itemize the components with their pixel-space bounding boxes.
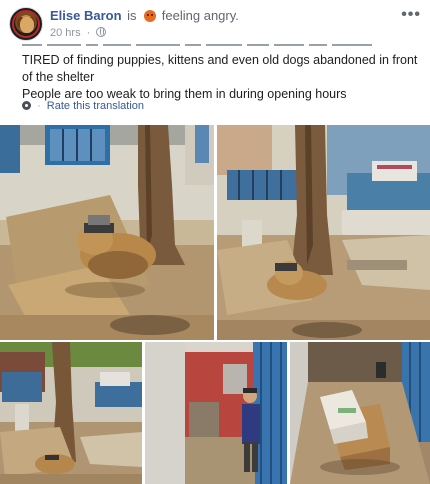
rate-translation-link[interactable]: Rate this translation <box>47 100 144 112</box>
post-text-line-1: TIRED of finding puppies, kittens and ev… <box>22 53 418 84</box>
photo-3[interactable] <box>0 342 142 484</box>
photo-1-graphic <box>0 125 214 340</box>
angry-face-icon <box>144 10 157 22</box>
author-avatar[interactable] <box>9 7 43 41</box>
photo-1[interactable] <box>0 125 214 340</box>
avatar-ring <box>12 10 40 38</box>
is-text: is <box>127 8 137 23</box>
photo-5[interactable] <box>290 342 430 484</box>
more-options-icon[interactable]: ••• <box>401 6 421 24</box>
photo-4[interactable] <box>145 342 287 484</box>
gear-icon[interactable] <box>22 101 31 110</box>
translate-separator: · <box>37 100 41 112</box>
photo-2-graphic <box>217 125 430 340</box>
photo-2[interactable] <box>217 125 430 340</box>
author-name[interactable]: Elise Baron <box>50 8 122 23</box>
author-line: Elise Baron is feeling angry. <box>50 8 239 23</box>
clipped-original-text <box>22 44 382 48</box>
post-header: Elise Baron is feeling angry. 20 hrs · •… <box>0 0 430 46</box>
post-meta: 20 hrs · <box>50 27 107 39</box>
translation-bar: · Rate this translation <box>22 100 144 112</box>
post-text: TIRED of finding puppies, kittens and ev… <box>22 52 422 103</box>
photo-5-graphic <box>290 342 430 484</box>
photo-3-graphic <box>0 342 142 484</box>
post-timestamp[interactable]: 20 hrs <box>50 27 81 39</box>
globe-icon[interactable] <box>96 27 107 37</box>
photo-4-graphic <box>145 342 287 484</box>
meta-separator: · <box>86 27 91 39</box>
feeling-text: feeling angry. <box>161 8 239 23</box>
